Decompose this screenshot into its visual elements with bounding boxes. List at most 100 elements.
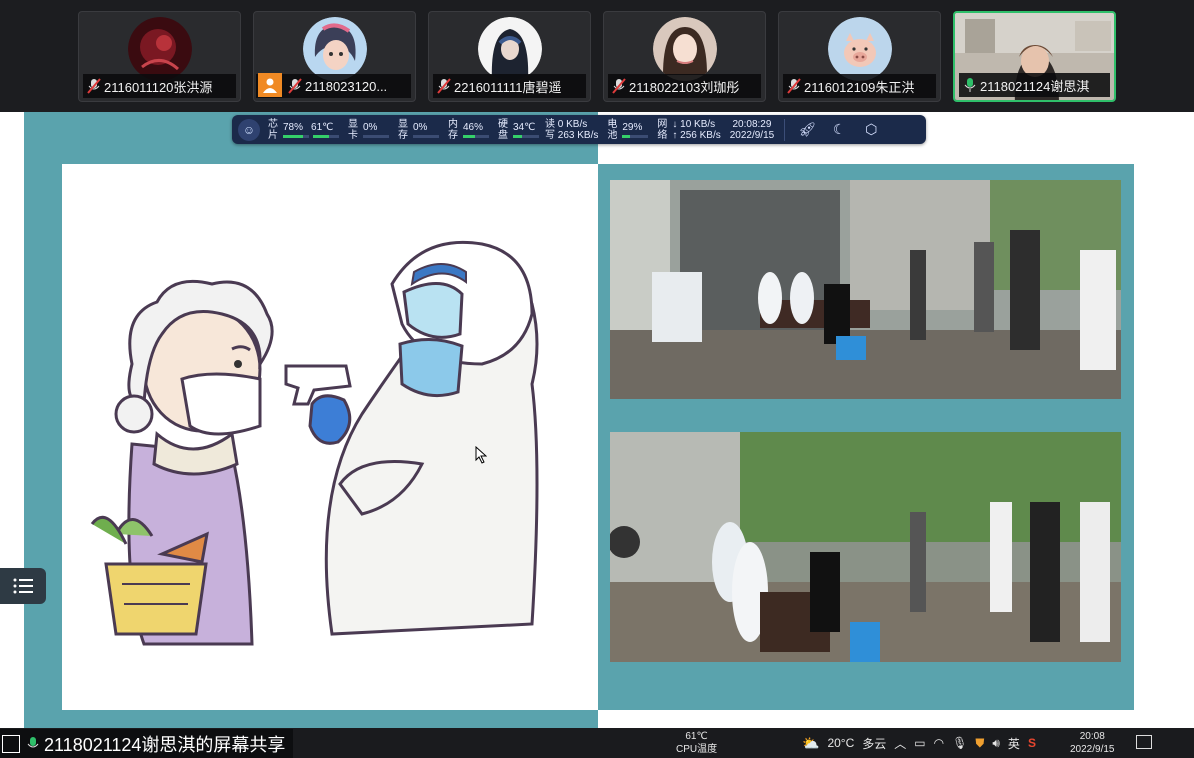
health-worker-illustration [90,240,539,646]
input-method[interactable]: 英 [1008,735,1020,752]
disk-read: 读 0 KB/s [545,118,588,130]
taskbar-clock[interactable]: 20:08 2022/9/15 [1070,730,1115,756]
cpu-temp-value: 61℃ [685,731,708,742]
participant-tile-6-speaking[interactable]: 2118021124谢思淇 [953,11,1116,102]
disk-label-2: 盘 [498,129,508,141]
participant-strip: 2116011120张洪源 2118023120... 2216011111唐碧… [0,0,1194,112]
weather-desc[interactable]: 多云 [862,735,886,752]
rocket-icon[interactable]: 🚀︎ [796,119,818,141]
net-up: ↑ 256 KB/s [672,129,721,141]
volume-icon[interactable]: 🔊︎ [992,736,1000,751]
battery-label-1: 电 [607,118,618,130]
vram-bar [413,134,439,138]
participant-name: 2118023120... [305,78,388,94]
screen-share-icon [2,734,20,753]
pig-avatar [827,17,892,81]
mic-active-icon [964,78,976,92]
mic-muted-icon [612,78,626,94]
vram-label-2: 存 [398,129,408,141]
side-menu-button[interactable] [0,568,46,604]
participant-name-bar: 2118022103刘珈彤 [608,74,761,98]
participant-tile-4[interactable]: 2118022103刘珈彤 [603,11,766,102]
mem-usage: 46% [463,121,484,133]
participant-name: 2116012109朱正洪 [804,79,915,95]
participant-name: 2118022103刘珈彤 [629,79,740,95]
system-monitor-bar[interactable]: ☺ 芯片 78% 61℃ 显卡 0% 显存 0% 内存 46% 硬盘 34℃ 读 … [232,115,926,144]
gpu-label-1: 显 [348,118,358,130]
network-stats: 网络 ↓ 10 KB/s ↑ 256 KB/s [657,119,720,141]
disk-bar [513,134,539,138]
participant-name-bar: 2216011111唐碧遥 [433,74,586,98]
gpu-stats: 显卡 0% [348,119,389,141]
wifi-icon[interactable]: ◠ [934,736,944,750]
mic-muted-icon [437,78,451,94]
participant-name: 2118021124谢思淇 [980,78,1090,94]
gpu-label-2: 卡 [348,129,358,141]
cpu-temp-widget[interactable]: 61℃ CPU温度 [676,730,717,756]
moon-icon[interactable]: ☾ [828,119,850,141]
vram-usage: 0% [413,121,428,133]
mem-label-2: 存 [448,129,458,141]
mem-label-1: 内 [448,118,458,130]
chip-label-1: 芯 [268,118,278,130]
testing-site-photo-1 [610,180,1121,399]
participant-tile-3[interactable]: 2216011111唐碧遥 [428,11,591,102]
chip-label-2: 片 [268,129,278,141]
battery-icon[interactable]: ▭ [914,736,925,750]
participant-name-bar: 2116012109朱正洪 [783,74,936,98]
hooded-girl-avatar [477,17,542,81]
monitor-divider [784,118,786,141]
battery-stats: 电池 29% [607,118,649,141]
cpu-temp-label: CPU温度 [676,744,718,755]
presenter-label-text: 2118021124谢思淇的屏幕共享 [44,734,286,755]
anime-girl-avatar [302,17,367,81]
gpu-usage: 0% [363,121,378,133]
disk-write: 写 263 KB/s [545,129,599,141]
participant-tile-5[interactable]: 2116012109朱正洪 [778,11,941,102]
mem-bar [463,134,489,138]
mic-active-icon [27,736,39,747]
mic-muted-icon [288,78,302,94]
disk-temp: 34℃ [513,121,536,133]
notification-icon[interactable] [1136,735,1152,749]
participant-tile-2[interactable]: 2118023120... [253,11,416,102]
chip-temp-bar [313,134,339,138]
net-down: ↓ 10 KB/s [672,118,716,130]
vram-label-1: 显 [398,118,408,130]
monitor-logo-icon[interactable]: ☺ [238,118,260,141]
mic-muted-icon [87,78,101,94]
person-icon [258,73,282,97]
participant-name: 2116011120张洪源 [104,79,213,95]
participant-name-bar: 2118021124谢思淇 [959,73,1110,97]
mouse-cursor-icon [475,446,487,464]
weather-temp[interactable]: 20°C [827,736,854,750]
monitor-clock: 20:08:29 2022/9/15 [730,119,775,141]
list-menu-icon [13,578,33,594]
screen-share-label: 2118021124谢思淇的屏幕共享 [0,729,294,758]
chip-usage-bar [283,134,309,138]
chip-stats: 芯片 78% 61℃ [268,119,339,141]
participant-name-bar: 2116011120张洪源 [83,74,236,98]
chevron-up-icon[interactable]: ︿ [894,735,906,752]
battery-label-2: 池 [607,129,618,141]
disk-label-1: 硬 [498,118,508,130]
settings-hexagon-icon[interactable]: ⬡ [860,119,882,141]
weather-cloud-icon[interactable]: ⛅ [802,735,819,752]
participant-name: 2216011111唐碧遥 [454,79,562,95]
battery-bar [622,134,649,138]
vram-stats: 显存 0% [398,119,439,141]
dark-red-avatar [127,17,192,81]
net-label-1: 网 [657,118,668,130]
microphone-icon[interactable]: 🎙︎ [952,736,967,750]
participant-tile-1[interactable]: 2116011120张洪源 [78,11,241,102]
system-tray: ⛅ 20°C 多云 ︿ ▭ ◠ 🎙︎ ⛊ 🔊︎ 英 S [802,731,1036,755]
sogou-icon[interactable]: S [1028,736,1036,750]
security-shield-icon[interactable]: ⛊ [975,736,984,751]
taskbar-time: 20:08 [1079,731,1105,742]
slide-illustration-card [62,164,598,710]
monitor-time: 20:08:29 [732,118,772,130]
memory-stats: 内存 46% [448,119,489,141]
net-label-2: 络 [657,129,668,141]
disk-stats: 硬盘 34℃ 读 0 KB/s 写 263 KB/s [498,119,598,141]
mic-muted-icon [787,78,801,94]
